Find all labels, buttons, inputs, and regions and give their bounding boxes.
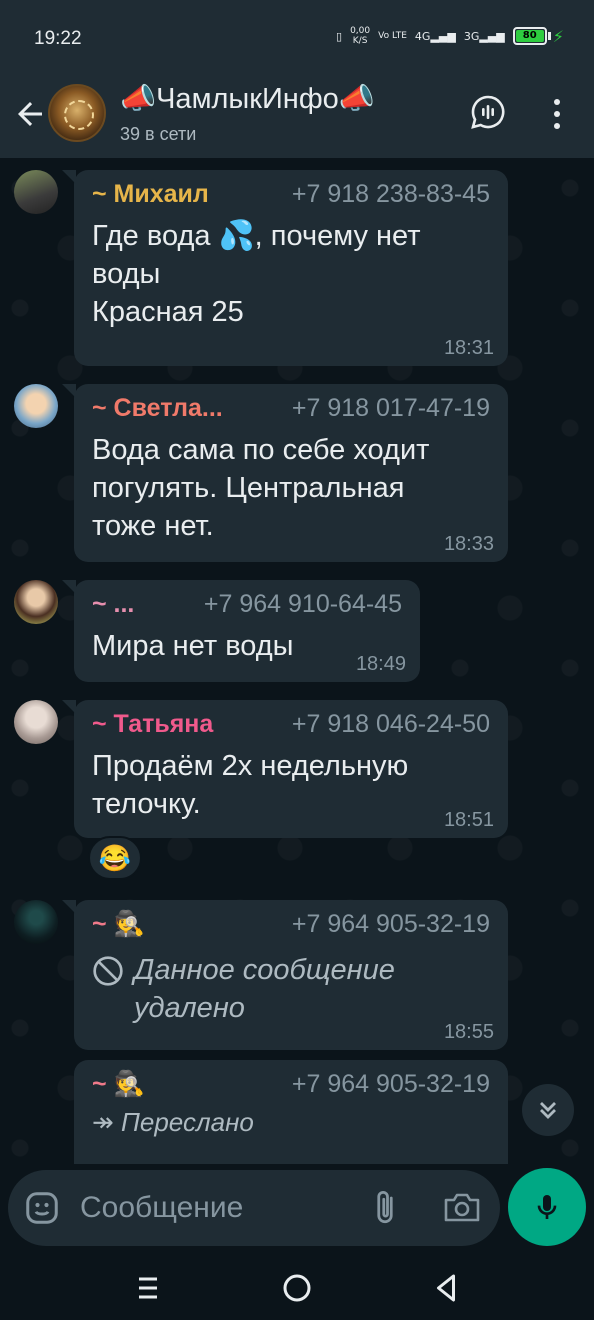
camera-icon[interactable]: [442, 1190, 482, 1226]
microphone-icon: [537, 1195, 557, 1219]
online-count: 39 в сети: [120, 124, 197, 144]
message-input[interactable]: [80, 1182, 380, 1234]
sender-name[interactable]: ~ 🕵: [92, 910, 145, 939]
avatar[interactable]: [14, 170, 58, 214]
sender-name[interactable]: ~ Татьяна: [92, 710, 213, 739]
message-composer: [8, 1170, 500, 1246]
system-nav-bar: [0, 1258, 594, 1320]
message-text: Где вода 💦, почему нет воды Красная 25: [92, 220, 421, 328]
status-time: 19:22: [34, 28, 82, 49]
message-bubble[interactable]: ~ 🕵 +7 964 905-32-19 ↠ Переслано: [74, 1060, 508, 1164]
group-avatar[interactable]: [48, 84, 106, 142]
sender-name[interactable]: ~ 🕵: [92, 1070, 145, 1099]
voice-chat-icon[interactable]: [470, 94, 506, 130]
status-icons: ▯ 0,00 K/S Vo LTE 4G▂▄▆ 3G▂▄▆ 80 ⚡: [336, 26, 564, 46]
paperclip-icon[interactable]: [370, 1188, 400, 1228]
message-bubble[interactable]: ~ Михаил +7 918 238-83-45 Где вода 💦, по…: [62, 170, 508, 366]
avatar[interactable]: [14, 700, 58, 744]
forwarded-label: ↠ Переслано: [92, 1107, 254, 1137]
message-time: 18:49: [355, 653, 406, 675]
mic-button[interactable]: [508, 1168, 586, 1246]
sender-phone[interactable]: +7 964 910-64-45: [204, 590, 402, 619]
sender-phone[interactable]: +7 964 905-32-19: [292, 910, 490, 939]
message-text: Вода сама по себе ходит погулять. Центра…: [92, 434, 430, 542]
home-icon[interactable]: [279, 1270, 315, 1306]
sender-phone[interactable]: +7 918 017-47-19: [292, 394, 490, 423]
message-bubble[interactable]: ~ 🕵 +7 964 905-32-19 Данное сообщение уд…: [62, 900, 508, 1050]
avatar[interactable]: [14, 580, 58, 624]
sender-name[interactable]: ~ Светла...: [92, 394, 223, 423]
volte-indicator: Vo LTE: [378, 31, 407, 41]
sender-phone[interactable]: +7 918 238-83-45: [292, 180, 490, 209]
avatar[interactable]: [14, 384, 58, 428]
message-bubble[interactable]: ~ Светла... +7 918 017-47-19 Вода сама п…: [62, 384, 508, 562]
more-vertical-icon[interactable]: [545, 96, 569, 132]
message-bubble[interactable]: ~ Татьяна +7 918 046-24-50 Продаём 2х не…: [62, 700, 508, 838]
message-time: 18:55: [443, 1021, 494, 1043]
message-time: 18:51: [443, 809, 494, 831]
message-time: 18:31: [443, 337, 494, 359]
chat-area[interactable]: ~ Михаил +7 918 238-83-45 Где вода 💦, по…: [0, 158, 594, 1164]
signal-3g: 3G▂▄▆: [463, 29, 505, 43]
back-nav-icon[interactable]: [428, 1270, 464, 1306]
blocked-icon: [93, 956, 123, 986]
sender-phone[interactable]: +7 964 905-32-19: [292, 1070, 490, 1099]
message-bubble[interactable]: ~ ... +7 964 910-64-45 Мира нет воды 18:…: [62, 580, 420, 682]
charging-icon: ⚡: [552, 26, 564, 46]
vibrate-icon: ▯: [336, 29, 343, 43]
forward-icon: ↠: [92, 1107, 122, 1137]
sender-phone[interactable]: +7 918 046-24-50: [292, 710, 490, 739]
group-title[interactable]: 📣ЧамлыкИнфо📣: [120, 82, 375, 116]
arrow-left-icon[interactable]: [12, 96, 48, 132]
chat-header: 📣ЧамлыкИнфо📣 39 в сети: [0, 78, 594, 158]
message-time: 18:33: [443, 533, 494, 555]
avatar[interactable]: [14, 900, 58, 944]
battery-icon: 80 ⚡: [512, 26, 564, 46]
scroll-down-button[interactable]: [522, 1084, 574, 1136]
message-text: Продаём 2х недельную телочку.: [92, 750, 409, 820]
reaction-badge[interactable]: 😂: [88, 836, 142, 880]
chevron-double-down-icon: [540, 1102, 556, 1119]
status-bar: 19:22 ▯ 0,00 K/S Vo LTE 4G▂▄▆ 3G▂▄▆ 80 ⚡: [0, 0, 594, 78]
deleted-message-text: Данное сообщение удалено: [134, 954, 395, 1024]
sender-name[interactable]: ~ Михаил: [92, 180, 209, 209]
recent-apps-icon[interactable]: [130, 1270, 166, 1306]
net-speed: 0,00 K/S: [350, 26, 371, 46]
emoji-icon[interactable]: [24, 1190, 60, 1226]
signal-4g: 4G▂▄▆: [414, 29, 456, 43]
sender-name[interactable]: ~ ...: [92, 590, 134, 619]
